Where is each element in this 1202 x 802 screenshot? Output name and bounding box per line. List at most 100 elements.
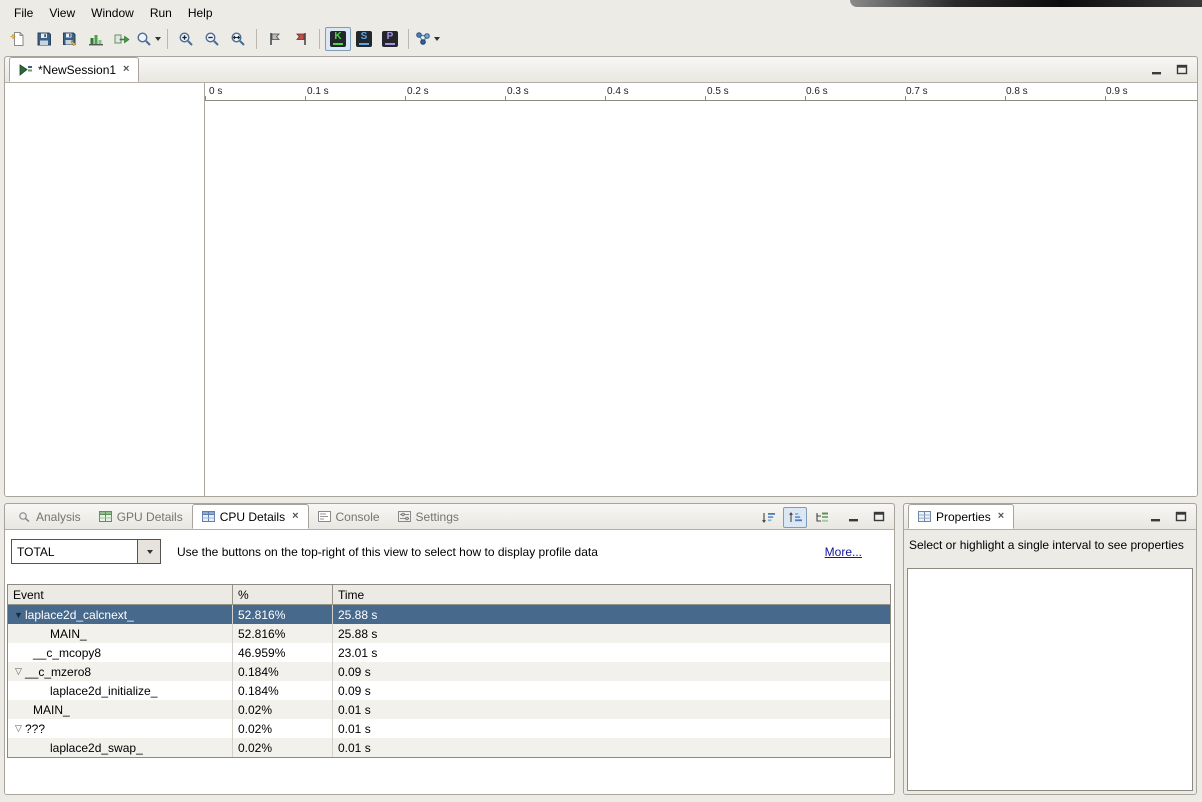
timeline-editor-panel: *NewSession1 × 0 s 0.1 s 0.2 s 0.3 s 0.4… [4, 56, 1198, 497]
next-marker-button[interactable] [262, 27, 288, 51]
tab-properties[interactable]: Properties × [908, 504, 1014, 529]
tab-console[interactable]: Console [309, 504, 389, 529]
properties-tab-icon [918, 511, 931, 522]
table-row[interactable]: __c_mcopy8 46.959% 23.01 s [8, 643, 890, 662]
process-toggle-button[interactable]: P [377, 27, 403, 51]
menu-view[interactable]: View [41, 4, 83, 22]
tab-analysis[interactable]: Analysis [9, 504, 90, 529]
properties-content: Select or highlight a single interval to… [904, 530, 1196, 794]
close-icon[interactable]: × [292, 511, 298, 522]
tree-expander-icon[interactable] [12, 723, 25, 734]
ruler-tick: 0.8 s [1006, 86, 1028, 97]
kernel-letter: K [334, 32, 341, 42]
new-session-button[interactable] [5, 27, 31, 51]
event-name: __c_mzero8 [25, 665, 91, 679]
table-row[interactable]: laplace2d_calcnext_ 52.816% 25.88 s [8, 605, 890, 624]
stream-letter: S [361, 32, 368, 42]
minimize-icon[interactable] [1147, 509, 1165, 525]
zoom-in-button[interactable] [173, 27, 199, 51]
back-flag-icon [293, 31, 309, 47]
table-row[interactable]: laplace2d_initialize_ 0.184% 0.09 s [8, 681, 890, 700]
maximize-icon[interactable] [870, 509, 888, 525]
process-toggle-icon: P [382, 31, 398, 47]
event-name: ??? [25, 722, 45, 736]
table-row[interactable]: MAIN_ 52.816% 25.88 s [8, 624, 890, 643]
menu-file[interactable]: File [6, 4, 41, 22]
minimize-icon[interactable] [1148, 62, 1166, 78]
timeline-canvas[interactable]: 0 s 0.1 s 0.2 s 0.3 s 0.4 s 0.5 s 0.6 s … [205, 83, 1197, 496]
event-percent: 0.02% [233, 700, 333, 719]
ruler-tick: 0.4 s [607, 86, 629, 97]
event-percent: 0.02% [233, 719, 333, 738]
display-mode-dropdown[interactable]: TOTAL [11, 539, 161, 564]
tab-gpu-details-label: GPU Details [117, 510, 183, 524]
application-window: File View Window Run Help [0, 0, 1202, 802]
tree-expander-icon[interactable] [12, 666, 25, 677]
process-letter: P [387, 32, 394, 42]
export-icon [114, 31, 130, 47]
table-row[interactable]: __c_mzero8 0.184% 0.09 s [8, 662, 890, 681]
menu-window[interactable]: Window [83, 4, 142, 22]
ruler-tick: 0.6 s [806, 86, 828, 97]
column-header-time[interactable]: Time [333, 585, 890, 604]
cpu-details-content: TOTAL Use the buttons on the top-right o… [5, 530, 894, 794]
save-as-button[interactable] [57, 27, 83, 51]
event-percent: 0.184% [233, 681, 333, 700]
analysis-dropdown-button[interactable] [414, 27, 441, 51]
chevron-down-icon[interactable] [137, 540, 160, 563]
zoom-out-button[interactable] [199, 27, 225, 51]
toolbar-separator [167, 29, 168, 49]
save-session-button[interactable] [31, 27, 57, 51]
event-percent: 0.184% [233, 662, 333, 681]
stream-toggle-button[interactable]: S [351, 27, 377, 51]
profile-chart-button[interactable] [83, 27, 109, 51]
event-name: laplace2d_swap_ [50, 741, 143, 755]
column-header-event[interactable]: Event [8, 585, 233, 604]
table-row[interactable]: laplace2d_swap_ 0.02% 0.01 s [8, 738, 890, 757]
table-row[interactable]: MAIN_ 0.02% 0.01 s [8, 700, 890, 719]
more-link[interactable]: More... [825, 545, 862, 559]
timeline-ruler: 0 s 0.1 s 0.2 s 0.3 s 0.4 s 0.5 s 0.6 s … [205, 83, 1197, 101]
bottom-up-view-button[interactable] [810, 507, 834, 528]
event-time: 0.09 s [333, 662, 890, 681]
console-tab-icon [318, 511, 331, 522]
close-icon[interactable]: × [998, 511, 1004, 522]
maximize-icon[interactable] [1173, 62, 1191, 78]
search-dropdown-button[interactable] [135, 27, 162, 51]
details-tabbar: Analysis GPU Details CPU Details × Conso… [5, 504, 894, 530]
session-icon [19, 64, 33, 76]
tab-session[interactable]: *NewSession1 × [9, 57, 139, 82]
details-window-controls [845, 509, 888, 525]
table-row[interactable]: ??? 0.02% 0.01 s [8, 719, 890, 738]
event-time: 25.88 s [333, 624, 890, 643]
kernel-toggle-button[interactable]: K [325, 27, 351, 51]
flat-view-button[interactable] [756, 507, 780, 528]
menu-run[interactable]: Run [142, 4, 180, 22]
event-time: 0.09 s [333, 681, 890, 700]
event-percent: 0.02% [233, 738, 333, 757]
tab-cpu-details[interactable]: CPU Details × [192, 504, 309, 529]
menu-help[interactable]: Help [180, 4, 221, 22]
column-header-percent[interactable]: % [233, 585, 333, 604]
tree-expander-icon[interactable] [12, 610, 25, 620]
toolbar-separator [408, 29, 409, 49]
tab-gpu-details[interactable]: GPU Details [90, 504, 192, 529]
export-button[interactable] [109, 27, 135, 51]
ruler-tick: 0.7 s [906, 86, 928, 97]
ruler-tick: 0.9 s [1106, 86, 1128, 97]
editor-window-controls [1148, 62, 1191, 78]
minimize-icon[interactable] [845, 509, 863, 525]
properties-hint-text: Select or highlight a single interval to… [909, 538, 1184, 552]
profile-view-buttons [756, 507, 834, 528]
top-down-view-button[interactable] [783, 507, 807, 528]
event-time: 0.01 s [333, 738, 890, 757]
close-icon[interactable]: × [123, 64, 129, 75]
tab-settings[interactable]: Settings [389, 504, 468, 529]
zoom-fit-button[interactable] [225, 27, 251, 51]
window-titlebar-artifact [850, 0, 1202, 7]
prev-marker-button[interactable] [288, 27, 314, 51]
tab-settings-label: Settings [416, 510, 459, 524]
timeline-names-pane[interactable] [5, 83, 205, 496]
maximize-icon[interactable] [1172, 509, 1190, 525]
magnifier-icon [136, 31, 152, 47]
